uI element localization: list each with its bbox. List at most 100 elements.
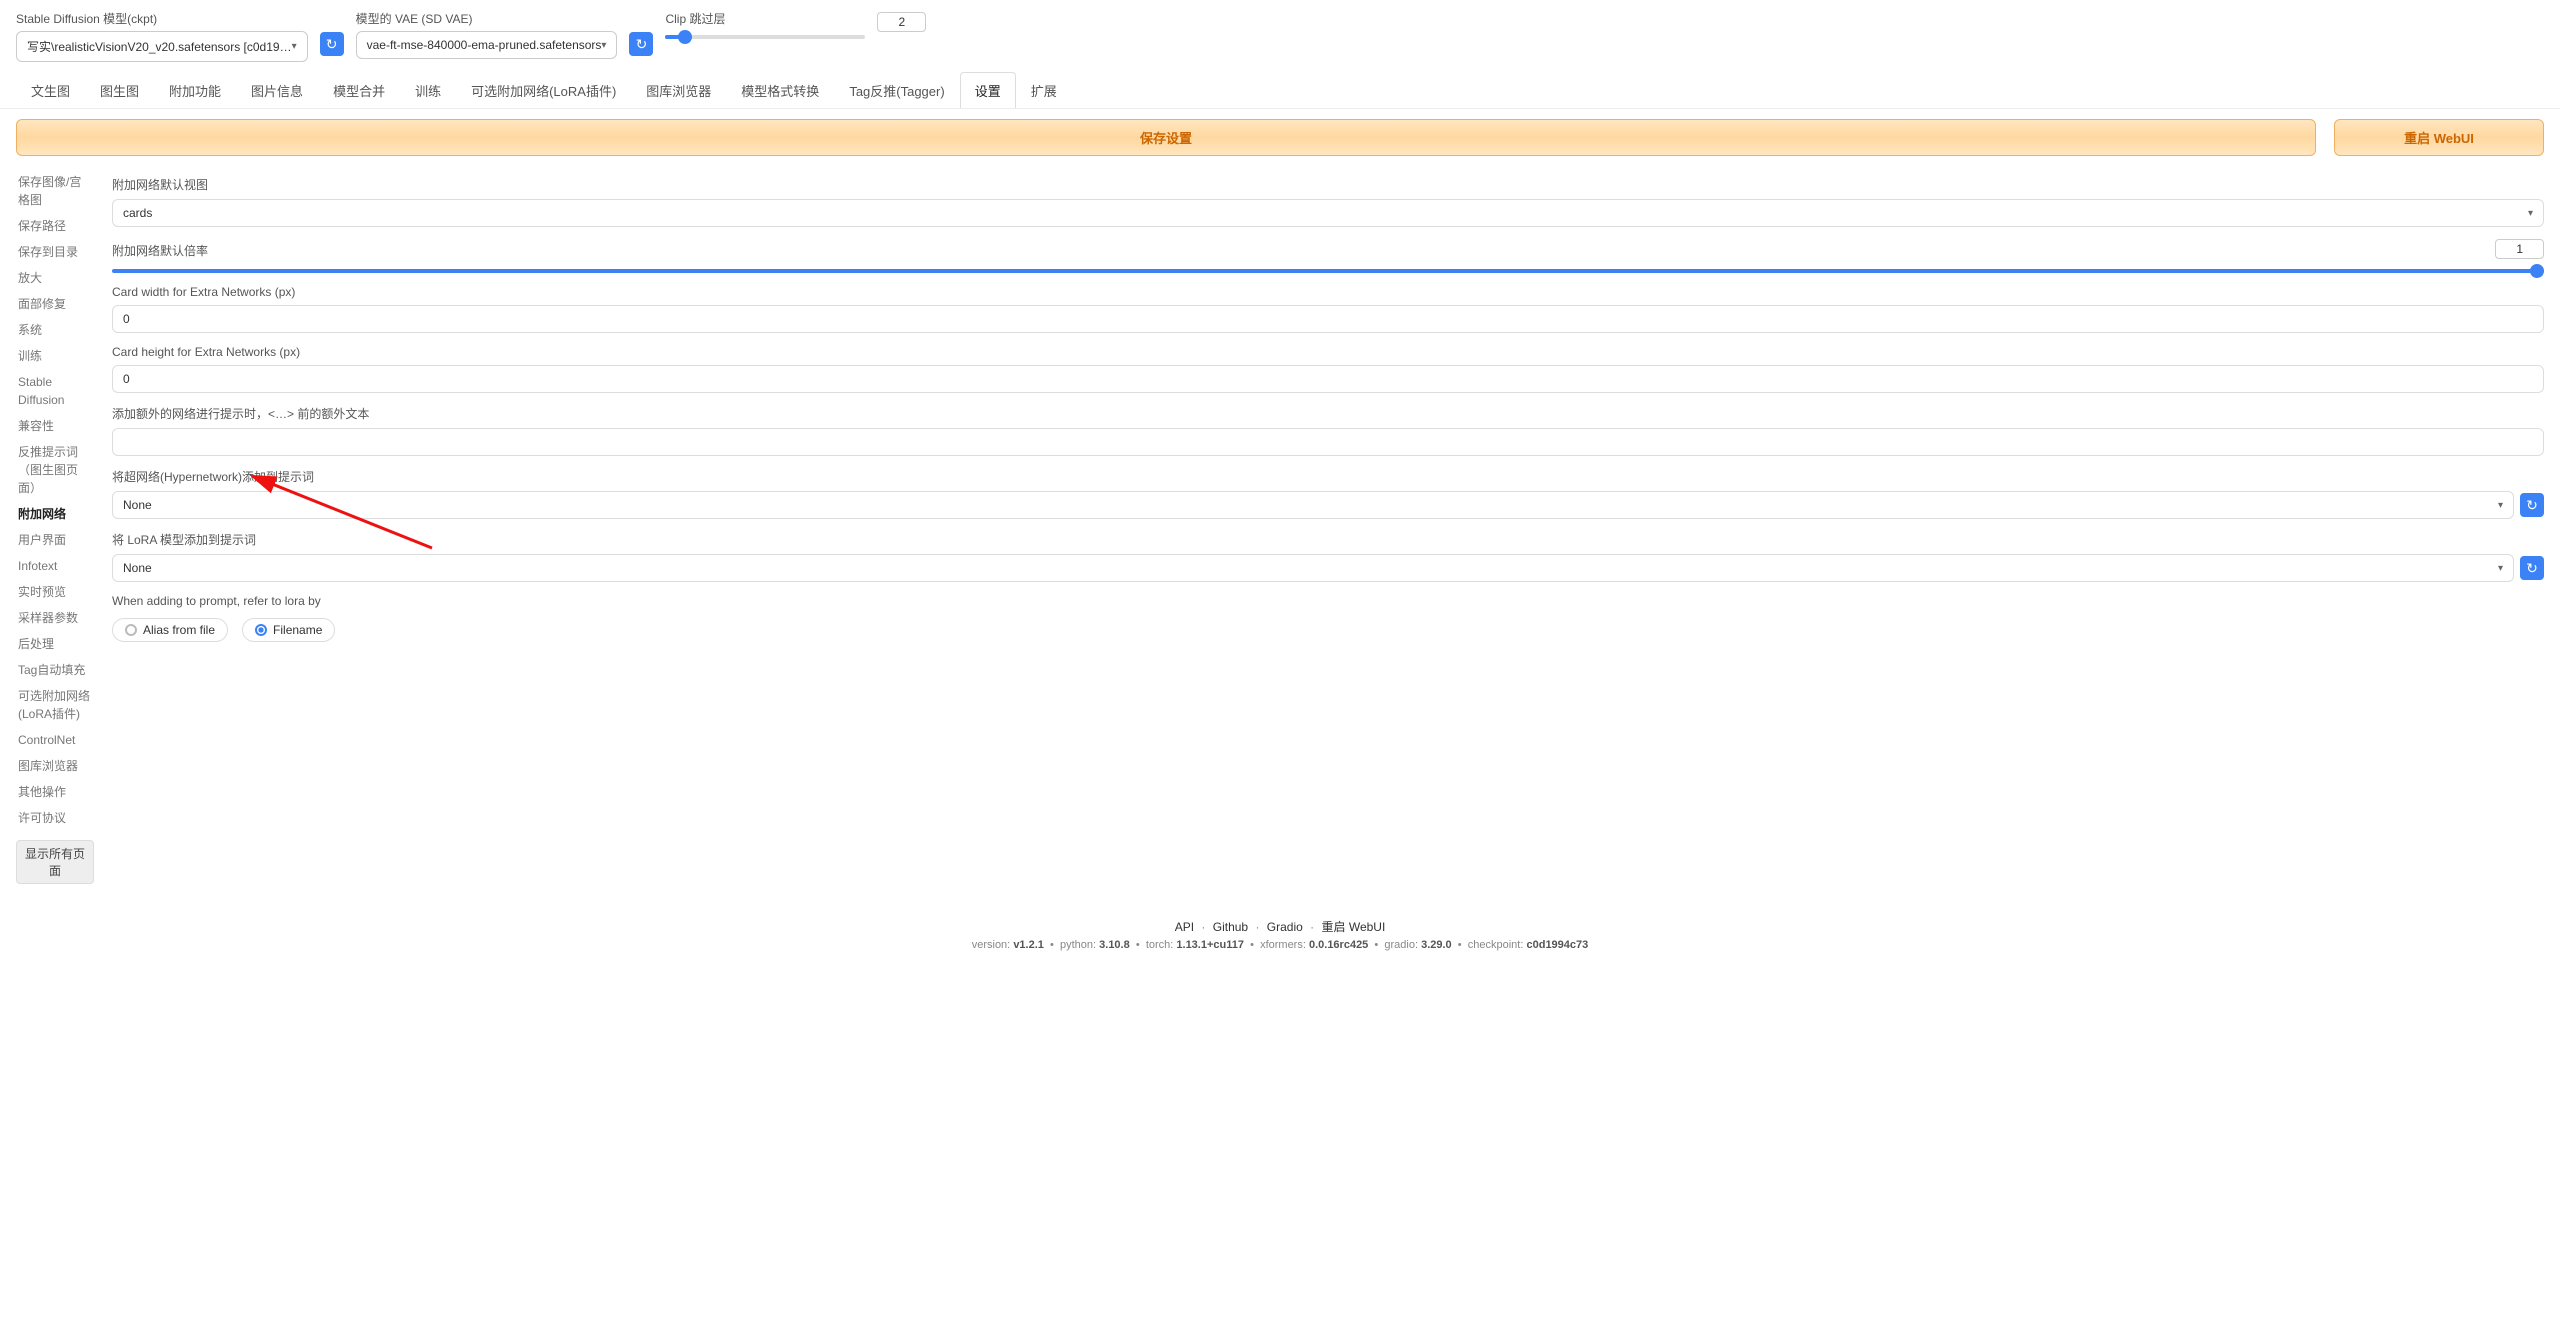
extra-text-label: 添加额外的网络进行提示时，<…> 前的额外文本 (112, 405, 2544, 422)
sidebar-item-1[interactable]: 保存路径 (16, 214, 94, 238)
sidebar-item-5[interactable]: 系统 (16, 318, 94, 342)
hyper-label: 将超网络(Hypernetwork)添加到提示词 (112, 468, 2544, 485)
clip-slider[interactable] (665, 35, 865, 39)
vae-label: 模型的 VAE (SD VAE) (356, 10, 618, 27)
sidebar-item-3[interactable]: 放大 (16, 266, 94, 290)
tab-0[interactable]: 文生图 (16, 72, 85, 108)
refresh-icon: ↻ (636, 36, 648, 53)
chevron-down-icon: ▾ (2498, 500, 2503, 511)
lora-dropdown[interactable]: None ▾ (112, 554, 2514, 582)
clip-label: Clip 跳过层 (665, 10, 865, 27)
sidebar-item-21[interactable]: 许可协议 (16, 806, 94, 830)
footer-meta: version: v1.2.1 • python: 3.10.8 • torch… (0, 939, 2560, 951)
chevron-down-icon: ▾ (2528, 208, 2533, 219)
lora-refresh-button[interactable]: ↻ (2520, 556, 2544, 580)
sidebar-item-20[interactable]: 其他操作 (16, 780, 94, 804)
ckpt-refresh-button[interactable]: ↻ (320, 32, 344, 56)
sidebar-item-2[interactable]: 保存到目录 (16, 240, 94, 264)
hyper-value: None (123, 498, 152, 512)
footer-links: API · Github · Gradio · 重启 WebUI (0, 918, 2560, 935)
clip-group: Clip 跳过层 (665, 10, 865, 39)
slider-thumb[interactable] (678, 30, 692, 44)
sidebar-item-0[interactable]: 保存图像/宫格图 (16, 170, 94, 212)
sidebar-item-7[interactable]: Stable Diffusion (16, 370, 94, 412)
footer-link-restart[interactable]: 重启 WebUI (1322, 920, 1386, 934)
ckpt-dropdown[interactable]: 写实\realisticVisionV20_v20.safetensors [c… (16, 31, 308, 62)
card-height-label: Card height for Extra Networks (px) (112, 345, 2544, 359)
sidebar-item-4[interactable]: 面部修复 (16, 292, 94, 316)
ckpt-value: 写实\realisticVisionV20_v20.safetensors [c… (27, 38, 292, 55)
radio-icon (125, 624, 137, 636)
settings-content: 保存图像/宫格图保存路径保存到目录放大面部修复系统训练Stable Diffus… (0, 166, 2560, 904)
slider-thumb[interactable] (2530, 264, 2544, 278)
hyper-dropdown[interactable]: None ▾ (112, 491, 2514, 519)
vae-group: 模型的 VAE (SD VAE) vae-ft-mse-840000-ema-p… (356, 10, 618, 59)
main-tabs: 文生图图生图附加功能图片信息模型合并训练可选附加网络(LoRA插件)图库浏览器模… (0, 66, 2560, 109)
vae-refresh-button[interactable]: ↻ (629, 32, 653, 56)
sidebar-item-15[interactable]: 后处理 (16, 632, 94, 656)
default-view-value: cards (123, 206, 152, 220)
tab-11[interactable]: 扩展 (1016, 72, 1072, 108)
hyper-refresh-button[interactable]: ↻ (2520, 493, 2544, 517)
save-settings-button[interactable]: 保存设置 (16, 119, 2316, 156)
restart-button[interactable]: 重启 WebUI (2334, 119, 2544, 156)
clip-value-box[interactable]: 2 (877, 12, 926, 32)
default-view-dropdown[interactable]: cards ▾ (112, 199, 2544, 227)
tab-6[interactable]: 可选附加网络(LoRA插件) (456, 72, 631, 108)
radio-filename[interactable]: Filename (242, 618, 335, 642)
refresh-icon: ↻ (326, 36, 338, 53)
card-width-input[interactable] (112, 305, 2544, 333)
chevron-down-icon: ▾ (2498, 563, 2503, 574)
radio-alias[interactable]: Alias from file (112, 618, 228, 642)
tab-2[interactable]: 附加功能 (154, 72, 236, 108)
tab-10[interactable]: 设置 (960, 72, 1016, 108)
lora-value: None (123, 561, 152, 575)
footer-link-gradio[interactable]: Gradio (1267, 920, 1303, 934)
refer-radio-group: Alias from file Filename (112, 618, 2544, 642)
sidebar-item-9[interactable]: 反推提示词（图生图页面） (16, 440, 94, 500)
default-view-label: 附加网络默认视图 (112, 176, 2544, 193)
footer-link-github[interactable]: Github (1213, 920, 1248, 934)
card-width-label: Card width for Extra Networks (px) (112, 285, 2544, 299)
sidebar-item-11[interactable]: 用户界面 (16, 528, 94, 552)
footer: API · Github · Gradio · 重启 WebUI version… (0, 904, 2560, 981)
sidebar-item-18[interactable]: ControlNet (16, 728, 94, 752)
sidebar-item-14[interactable]: 采样器参数 (16, 606, 94, 630)
vae-value: vae-ft-mse-840000-ema-pruned.safetensors (367, 38, 602, 52)
sidebar-item-19[interactable]: 图库浏览器 (16, 754, 94, 778)
multiplier-label: 附加网络默认倍率 (112, 242, 208, 259)
chevron-down-icon: ▾ (292, 41, 297, 52)
sidebar-item-6[interactable]: 训练 (16, 344, 94, 368)
sidebar-item-13[interactable]: 实时预览 (16, 580, 94, 604)
multiplier-slider[interactable] (112, 269, 2544, 273)
multiplier-value-box[interactable]: 1 (2495, 239, 2544, 259)
refer-label: When adding to prompt, refer to lora by (112, 594, 2544, 608)
tab-1[interactable]: 图生图 (85, 72, 154, 108)
sidebar-item-10[interactable]: 附加网络 (16, 502, 94, 526)
tab-3[interactable]: 图片信息 (236, 72, 318, 108)
ckpt-group: Stable Diffusion 模型(ckpt) 写实\realisticVi… (16, 10, 308, 62)
chevron-down-icon: ▾ (601, 40, 606, 51)
lora-label: 将 LoRA 模型添加到提示词 (112, 531, 2544, 548)
settings-sidebar: 保存图像/宫格图保存路径保存到目录放大面部修复系统训练Stable Diffus… (16, 170, 94, 884)
extra-text-input[interactable] (112, 428, 2544, 456)
tab-5[interactable]: 训练 (400, 72, 456, 108)
tab-8[interactable]: 模型格式转换 (726, 72, 834, 108)
show-all-pages-button[interactable]: 显示所有页面 (16, 840, 94, 884)
vae-dropdown[interactable]: vae-ft-mse-840000-ema-pruned.safetensors… (356, 31, 618, 59)
tab-9[interactable]: Tag反推(Tagger) (834, 72, 959, 108)
tab-4[interactable]: 模型合并 (318, 72, 400, 108)
sidebar-item-8[interactable]: 兼容性 (16, 414, 94, 438)
tab-7[interactable]: 图库浏览器 (631, 72, 726, 108)
sidebar-item-17[interactable]: 可选附加网络(LoRA插件) (16, 684, 94, 726)
action-buttons: 保存设置 重启 WebUI (0, 109, 2560, 166)
sidebar-item-16[interactable]: Tag自动填充 (16, 658, 94, 682)
settings-panel: 附加网络默认视图 cards ▾ 附加网络默认倍率 1 Card width f… (112, 170, 2544, 884)
footer-link-api[interactable]: API (1175, 920, 1194, 934)
radio-icon (255, 624, 267, 636)
card-height-input[interactable] (112, 365, 2544, 393)
refresh-icon: ↻ (2526, 497, 2538, 514)
refresh-icon: ↻ (2526, 560, 2538, 577)
ckpt-label: Stable Diffusion 模型(ckpt) (16, 10, 308, 27)
sidebar-item-12[interactable]: Infotext (16, 554, 94, 578)
